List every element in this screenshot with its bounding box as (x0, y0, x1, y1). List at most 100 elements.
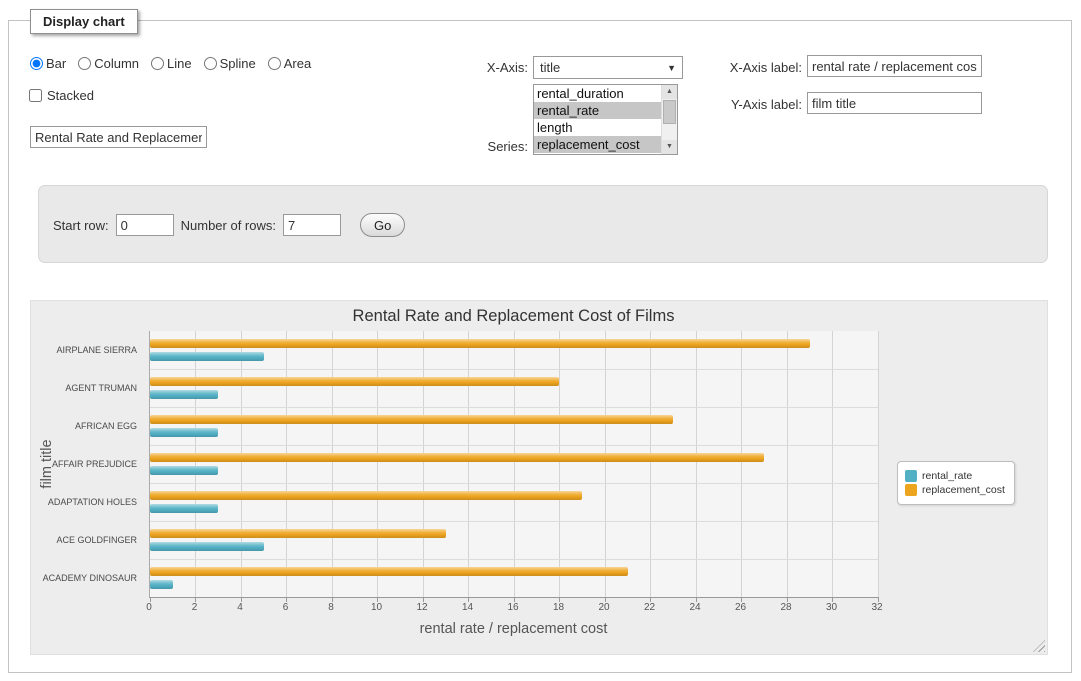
bar-rental_rate (150, 428, 218, 437)
stacked-checkbox[interactable] (29, 89, 42, 102)
chart-type-spline[interactable]: Spline (204, 56, 256, 71)
gridline (377, 331, 378, 597)
legend-item-replacement_cost[interactable]: replacement_cost (905, 484, 1005, 496)
category-label: ADAPTATION HOLES (31, 483, 143, 521)
gridline (286, 331, 287, 597)
x-axis-select-caption: X-Axis: (440, 60, 528, 75)
bar-rental_rate (150, 352, 264, 361)
stacked-label: Stacked (47, 88, 94, 103)
series-listbox[interactable]: rental_durationrental_ratelengthreplacem… (533, 84, 678, 155)
chart-type-line[interactable]: Line (151, 56, 192, 71)
select-dropdown-arrow-icon: ▼ (667, 63, 676, 73)
band-gridline (150, 407, 878, 408)
chart-type-radio-line[interactable] (151, 57, 164, 70)
series-option-replacement_cost[interactable]: replacement_cost (534, 136, 661, 153)
x-tick-label: 6 (271, 602, 301, 613)
chart-type-area[interactable]: Area (268, 56, 311, 71)
bar-replacement_cost (150, 567, 628, 576)
series-option-rental_duration[interactable]: rental_duration (534, 85, 661, 102)
x-tick-label: 8 (316, 602, 346, 613)
x-tick-label: 32 (862, 602, 892, 613)
bar-rental_rate (150, 390, 218, 399)
bar-replacement_cost (150, 529, 446, 538)
x-tick-label: 28 (771, 602, 801, 613)
category-label: AFRICAN EGG (31, 407, 143, 445)
chart-type-bar[interactable]: Bar (30, 56, 66, 71)
y-axis-label-input[interactable] (807, 92, 982, 114)
chart-type-label: Area (284, 56, 311, 71)
chart-category-labels: AIRPLANE SIERRAAGENT TRUMANAFRICAN EGGAF… (31, 331, 143, 598)
category-label: AGENT TRUMAN (31, 369, 143, 407)
chart-type-label: Line (167, 56, 192, 71)
legend-label: rental_rate (922, 470, 972, 482)
stacked-option[interactable]: Stacked (29, 88, 94, 103)
legend-label: replacement_cost (922, 484, 1005, 496)
category-label: AIRPLANE SIERRA (31, 331, 143, 369)
x-tick-label: 4 (225, 602, 255, 613)
chart-type-column[interactable]: Column (78, 56, 139, 71)
y-axis-label-caption: Y-Axis label: (710, 97, 802, 112)
chart-title-input[interactable] (30, 126, 207, 148)
x-tick-label: 0 (134, 602, 164, 613)
band-gridline (150, 521, 878, 522)
row-controls-panel: Start row: Number of rows: Go (38, 185, 1048, 263)
x-tick-label: 2 (180, 602, 210, 613)
row-controls: Start row: Number of rows: Go (53, 213, 405, 237)
bar-replacement_cost (150, 377, 559, 386)
band-gridline (150, 483, 878, 484)
category-label: ACE GOLDFINGER (31, 521, 143, 559)
number-of-rows-input[interactable] (283, 214, 341, 236)
gridline (423, 331, 424, 597)
category-label: AFFAIR PREJUDICE (31, 445, 143, 483)
x-tick-label: 16 (498, 602, 528, 613)
gridline (559, 331, 560, 597)
series-caption: Series: (440, 139, 528, 154)
gridline (468, 331, 469, 597)
legend-item-rental_rate[interactable]: rental_rate (905, 470, 1005, 482)
gridline (878, 331, 879, 597)
bar-rental_rate (150, 542, 264, 551)
chart-type-radio-column[interactable] (78, 57, 91, 70)
go-button[interactable]: Go (360, 213, 405, 237)
legend-swatch-icon (905, 470, 917, 482)
series-option-length[interactable]: length (534, 119, 661, 136)
bar-rental_rate (150, 580, 173, 589)
resize-handle-icon[interactable] (1033, 640, 1045, 652)
band-gridline (150, 369, 878, 370)
chart-type-radio-area[interactable] (268, 57, 281, 70)
gridline (741, 331, 742, 597)
band-gridline (150, 445, 878, 446)
x-tick-label: 18 (544, 602, 574, 613)
bar-replacement_cost (150, 339, 810, 348)
scrollbar-thumb[interactable] (663, 100, 676, 124)
x-tick-label: 14 (453, 602, 483, 613)
chart-type-radio-bar[interactable] (30, 57, 43, 70)
gridline (332, 331, 333, 597)
series-list-scrollbar[interactable]: ▲ ▼ (661, 85, 677, 154)
chart-type-label: Bar (46, 56, 66, 71)
scroll-up-icon[interactable]: ▲ (662, 85, 677, 99)
chart-type-radio-spline[interactable] (204, 57, 217, 70)
chart-title: Rental Rate and Replacement Cost of Film… (149, 307, 878, 326)
series-list-items: rental_durationrental_ratelengthreplacem… (534, 85, 661, 154)
start-row-label: Start row: (53, 218, 109, 233)
scroll-down-icon[interactable]: ▼ (662, 140, 677, 154)
chart-x-tick-labels: 02468101214161820222426283032 (149, 602, 878, 616)
x-tick-label: 20 (589, 602, 619, 613)
x-axis-select[interactable]: title ▼ (533, 56, 683, 79)
start-row-input[interactable] (116, 214, 174, 236)
gridline (696, 331, 697, 597)
fieldset-legend: Display chart (30, 9, 138, 34)
gridline (241, 331, 242, 597)
chart-legend: rental_rate replacement_cost (897, 461, 1015, 505)
x-tick-label: 12 (407, 602, 437, 613)
bar-replacement_cost (150, 453, 764, 462)
series-option-rental_rate[interactable]: rental_rate (534, 102, 661, 119)
gridline (787, 331, 788, 597)
x-tick-label: 10 (362, 602, 392, 613)
bar-rental_rate (150, 466, 218, 475)
x-axis-label-input[interactable] (807, 55, 982, 77)
category-label: ACADEMY DINOSAUR (31, 559, 143, 597)
x-axis-selected-value: title (540, 60, 560, 75)
gridline (605, 331, 606, 597)
